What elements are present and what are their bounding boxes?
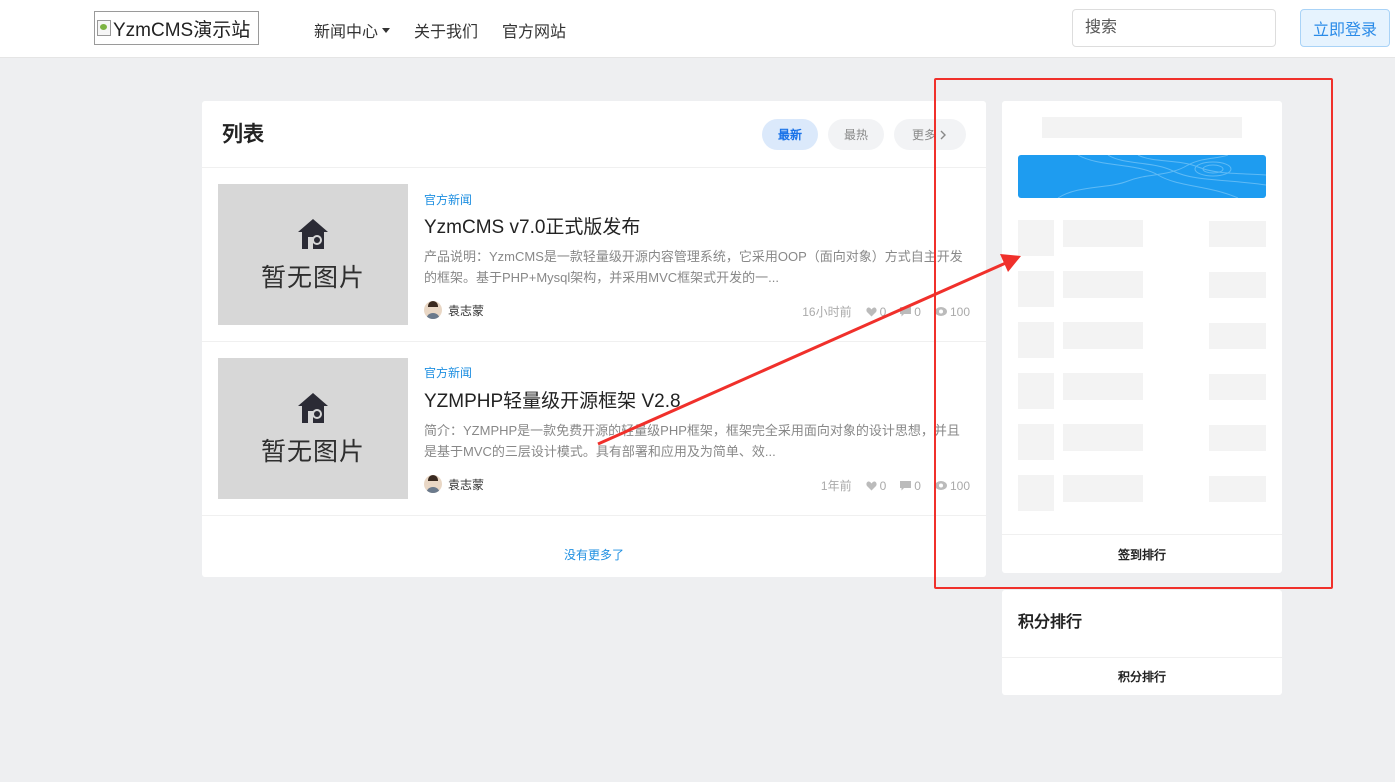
publish-time: 16小时前 xyxy=(802,305,852,319)
divider xyxy=(202,515,986,516)
like-count-value: 0 xyxy=(879,478,887,493)
broken-image-icon xyxy=(97,20,111,36)
article-title[interactable]: YzmCMS v7.0正式版发布 xyxy=(424,212,640,239)
article-list-card: 列表 最新 最热 更多 暂无图片 官方新闻 YzmCMS v7.0正式版发布 产… xyxy=(202,101,986,577)
house-placeholder-icon xyxy=(298,392,328,423)
nav-label: 新闻中心 xyxy=(314,24,379,41)
tab-latest[interactable]: 最新 xyxy=(762,119,818,150)
search-input[interactable] xyxy=(1072,9,1276,47)
comment-icon xyxy=(900,306,912,316)
comment-icon xyxy=(900,480,912,490)
article-author[interactable]: 袁志蒙 xyxy=(424,301,484,319)
article-thumbnail[interactable]: 暂无图片 xyxy=(218,184,408,325)
score-ranking-title: 积分排行 xyxy=(1018,614,1083,631)
author-name: 袁志蒙 xyxy=(448,477,485,492)
avatar xyxy=(424,475,442,493)
tab-hottest[interactable]: 最热 xyxy=(828,119,884,150)
main-nav: 新闻中心 关于我们 官方网站 xyxy=(314,18,590,42)
no-image-text: 暂无图片 xyxy=(260,263,365,292)
score-ranking-link[interactable]: 积分排行 xyxy=(1002,657,1282,695)
like-count: 0 xyxy=(865,478,887,493)
comment-count: 0 xyxy=(900,305,921,319)
logo-alt-text: YzmCMS演示站 xyxy=(113,19,251,41)
score-ranking-card: 积分排行 积分排行 xyxy=(1002,590,1282,695)
nav-item-official-site[interactable]: 官方网站 xyxy=(502,18,566,42)
article-thumbnail[interactable]: 暂无图片 xyxy=(218,358,408,499)
login-button[interactable]: 立即登录 xyxy=(1300,9,1390,47)
top-navbar: YzmCMS演示站 新闻中心 关于我们 官方网站 立即登录 xyxy=(0,0,1395,58)
avatar xyxy=(424,301,442,319)
site-logo[interactable]: YzmCMS演示站 xyxy=(94,11,259,45)
comment-count-value: 0 xyxy=(914,304,921,319)
article-title[interactable]: YZMPHP轻量级开源框架 V2.8 xyxy=(424,386,681,413)
divider xyxy=(202,341,986,342)
article-description: 产品说明：YzmCMS是一款轻量级开源内容管理系统，它采用OOP（面向对象）方式… xyxy=(424,249,963,285)
divider xyxy=(202,167,986,168)
annotation-highlight-box xyxy=(934,78,1333,589)
no-more-text[interactable]: 没有更多了 xyxy=(202,546,986,563)
article-author[interactable]: 袁志蒙 xyxy=(424,475,484,493)
nav-item-about-us[interactable]: 关于我们 xyxy=(414,18,478,42)
like-count: 0 xyxy=(865,304,887,319)
list-title: 列表 xyxy=(222,123,264,146)
nav-item-news-center[interactable]: 新闻中心 xyxy=(314,18,391,42)
comment-count-value: 0 xyxy=(914,478,921,493)
heart-icon xyxy=(865,306,877,316)
article-description: 简介：YZMPHP是一款免费开源的轻量级PHP框架，框架完全采用面向对象的设计思… xyxy=(424,423,960,459)
no-image-text: 暂无图片 xyxy=(260,437,365,466)
like-count-value: 0 xyxy=(879,304,887,319)
house-placeholder-icon xyxy=(298,218,328,249)
article-category[interactable]: 官方新闻 xyxy=(424,191,472,208)
article-category[interactable]: 官方新闻 xyxy=(424,364,472,381)
caret-down-icon xyxy=(382,27,391,33)
heart-icon xyxy=(865,480,877,490)
publish-time: 1年前 xyxy=(820,479,852,493)
comment-count: 0 xyxy=(900,479,921,493)
author-name: 袁志蒙 xyxy=(448,303,485,318)
tab-more-label: 更多 xyxy=(911,128,936,142)
